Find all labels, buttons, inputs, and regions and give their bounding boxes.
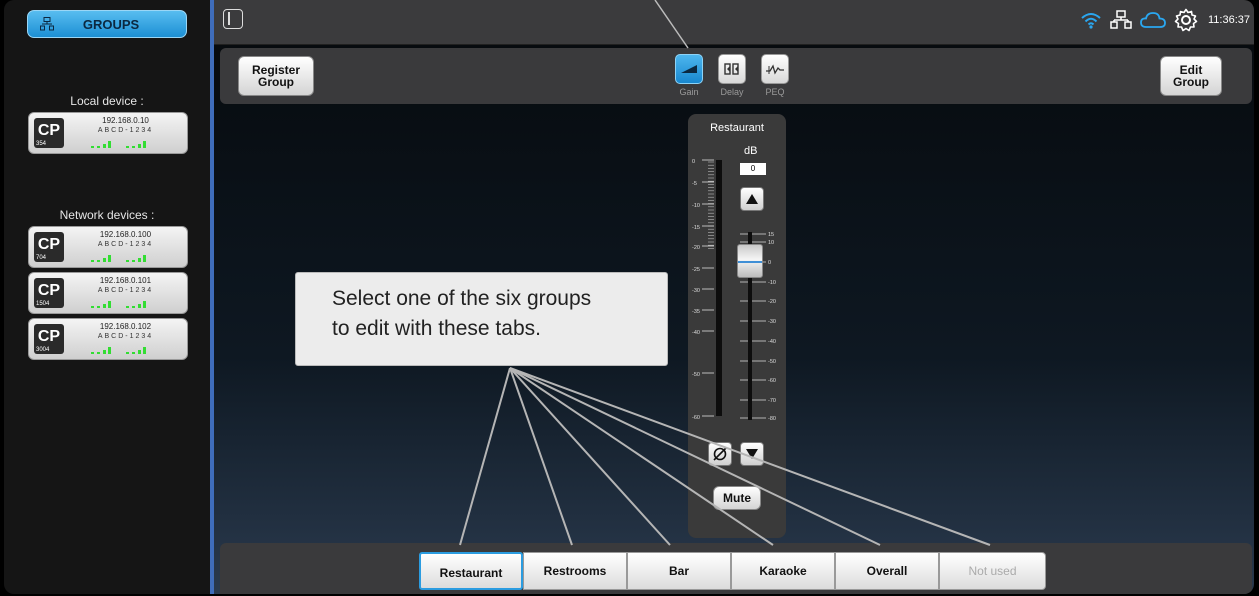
gear-icon[interactable] [1174,8,1198,32]
fader-panel: Restaurant dB 0 0 -5 -10 -15 -20 -25 -30 -35 -40… [688,114,786,538]
tab-delay[interactable] [718,54,746,84]
toolbar: Register Group Gain Delay PEQ Edit Group [220,48,1252,104]
left-scale-label: -50 [692,372,700,378]
group-tab-bar[interactable]: Bar [627,552,731,590]
network-devices-heading: Network devices : [59,208,155,222]
top-bar: 11:36:37 [214,0,1254,45]
peq-icon [766,64,784,75]
group-tab-restrooms[interactable]: Restrooms [523,552,627,590]
device-logo: CP 354 [34,118,64,148]
group-tab-restaurant[interactable]: Restaurant [419,552,523,590]
left-scale-label: -10 [692,203,700,209]
tab-delay-label: Delay [720,87,744,97]
register-group-button[interactable]: Register Group [238,56,314,96]
delay-icon [724,63,739,75]
level-meter-icon [91,347,146,354]
level-meter-icon [91,141,146,148]
left-scale-label: -25 [692,267,700,273]
device-serial: ABCD-1234 [97,127,154,134]
mute-button[interactable]: Mute [713,486,761,510]
level-meter-icon [91,301,146,308]
left-scale-label: -60 [692,415,700,421]
sidebar: GROUPS Local device : CP 354 192.168.0.10… [4,0,210,594]
triangle-down-icon [746,449,758,459]
cloud-icon [1140,12,1166,28]
network-device-card[interactable]: CP 704 192.168.0.100 ABCD-1234 [28,226,188,268]
sidebar-toggle-icon[interactable] [223,9,243,29]
gain-icon [681,65,697,73]
left-scale-label: -15 [692,225,700,231]
group-tab-not-used: Not used [939,552,1046,590]
meter-bar [716,160,722,416]
left-scale-label: -40 [692,330,700,336]
phase-invert-button[interactable] [708,442,732,466]
network-icon [1110,10,1132,29]
gain-down-button[interactable] [740,442,764,466]
left-scale-label: -5 [692,181,697,187]
network-tree-icon [40,17,54,31]
device-ip: 192.168.0.101 [99,276,152,285]
left-scale-label: 0 [692,159,695,165]
left-scale-label: -35 [692,309,700,315]
callout-line-2: to edit with these tabs. [332,317,541,340]
tab-gain-label: Gain [679,87,699,97]
local-device-heading: Local device : [70,94,144,108]
device-logo: CP 1504 [34,278,64,308]
instruction-callout: Select one of the six groups to edit wit… [295,272,668,366]
edit-group-button[interactable]: Edit Group [1160,56,1222,96]
clock: 11:36:37 [1207,14,1250,26]
fader-title: Restaurant [710,122,764,134]
groups-button[interactable]: GROUPS [27,10,187,38]
tab-peq-label: PEQ [765,87,785,97]
groups-label: GROUPS [82,16,140,32]
network-device-card[interactable]: CP 1504 192.168.0.101 ABCD-1234 [28,272,188,314]
device-logo: CP 3004 [34,324,64,354]
level-meter-icon [91,255,146,262]
device-ip: 192.168.0.10 [102,116,149,125]
callout-line-1: Select one of the six groups [332,287,592,310]
device-logo: CP 704 [34,232,64,262]
device-serial: ABCD-1234 [97,333,154,340]
tab-gain[interactable] [675,54,703,84]
group-tab-karaoke[interactable]: Karaoke [731,552,835,590]
device-ip: 192.168.0.100 [99,230,152,239]
tab-peq[interactable] [761,54,789,84]
wifi-icon [1081,13,1101,29]
fader-knob[interactable] [737,244,763,278]
local-device-card[interactable]: CP 354 192.168.0.10 ABCD-1234 [28,112,188,154]
group-tab-overall[interactable]: Overall [835,552,939,590]
network-device-card[interactable]: CP 3004 192.168.0.102 ABCD-1234 [28,318,188,360]
phase-icon [713,447,727,461]
device-serial: ABCD-1234 [97,287,154,294]
left-scale-label: -20 [692,245,700,251]
device-ip: 192.168.0.102 [99,322,152,331]
status-area: 11:36:37 [1080,8,1250,32]
left-scale-label: -30 [692,288,700,294]
device-serial: ABCD-1234 [97,241,154,248]
